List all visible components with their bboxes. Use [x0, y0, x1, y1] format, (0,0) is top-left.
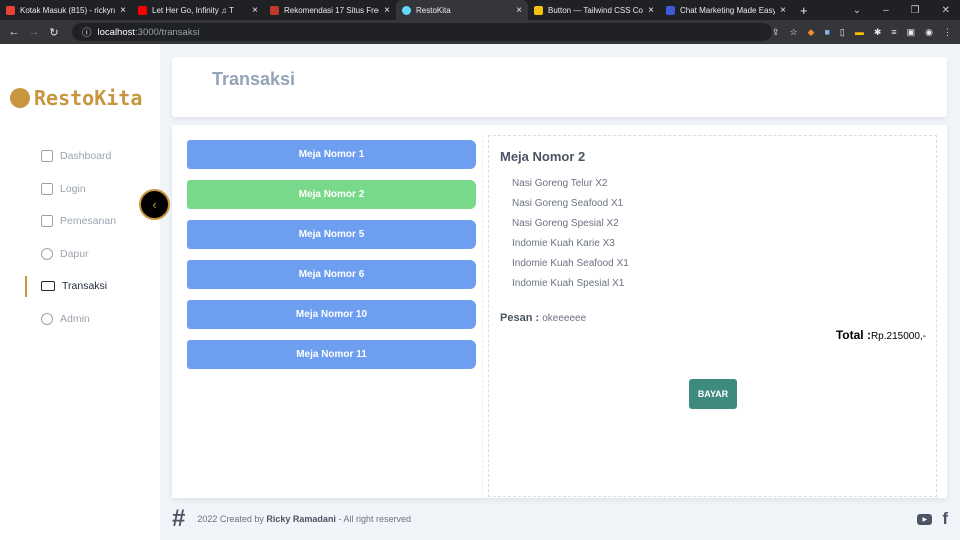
sidebar-collapse-button[interactable]: ‹ [139, 189, 170, 220]
site-icon [270, 5, 279, 15]
close-window-icon[interactable]: ✕ [942, 5, 950, 16]
copyright: 2022 Created by Ricky Ramadani - All rig… [197, 514, 411, 524]
table-button[interactable]: Meja Nomor 1 [187, 140, 476, 169]
pay-button[interactable]: BAYAR [689, 379, 737, 409]
reload-icon[interactable]: ↻ [44, 26, 64, 39]
info-icon: ⓘ [82, 28, 92, 39]
address-bar-row: ← → ↻ ⓘ localhost:3000/transaksi ⇪ ☆ ◆ ■ ▯ ▬ ✱ ≡… [0, 20, 960, 44]
login-icon [41, 182, 53, 195]
browser-tab[interactable]: Kotak Masuk (815) - rickyra × [0, 0, 132, 20]
fire-icon [41, 247, 53, 260]
minimize-icon[interactable]: – [883, 5, 889, 16]
table-list: Meja Nomor 1 Meja Nomor 2 Meja Nomor 5 M… [187, 140, 476, 380]
list-item: Indomie Kuah Spesial X1 [512, 278, 625, 289]
close-icon[interactable]: × [648, 5, 654, 16]
react-icon [402, 5, 411, 15]
menu-icon[interactable]: ⋮ [943, 27, 952, 38]
youtube-icon [138, 5, 147, 15]
table-button[interactable]: Meja Nomor 5 [187, 220, 476, 249]
table-button[interactable]: Meja Nomor 10 [187, 300, 476, 329]
sidebar-item-transaksi[interactable]: Transaksi [0, 270, 160, 303]
hashtag-logo-icon: # [172, 505, 186, 532]
sidepanel-icon[interactable]: ▣ [907, 27, 916, 38]
facebook-icon[interactable]: f [942, 509, 948, 529]
content-card: Meja Nomor 1 Meja Nomor 2 Meja Nomor 5 M… [172, 125, 947, 498]
close-icon[interactable]: × [120, 5, 126, 16]
browser-tab[interactable]: Rekomendasi 17 Situs Free × [264, 0, 396, 20]
order-note: Pesan : okeeeeee [500, 312, 587, 324]
chevron-left-icon: ‹ [152, 197, 157, 212]
logo[interactable]: RestoKita [10, 86, 142, 110]
forward-icon[interactable]: → [24, 26, 44, 38]
close-icon[interactable]: × [384, 5, 390, 16]
close-icon[interactable]: × [780, 5, 786, 16]
back-icon[interactable]: ← [4, 26, 24, 38]
user-icon [41, 312, 53, 325]
order-detail: Meja Nomor 2 Nasi Goreng Telur X2 Nasi G… [488, 135, 937, 497]
extension-icon[interactable]: ▯ [840, 27, 845, 38]
youtube-icon[interactable]: ▶ [917, 513, 933, 525]
table-button[interactable]: Meja Nomor 11 [187, 340, 476, 369]
profile-avatar[interactable]: ◉ [925, 27, 933, 38]
sidebar-item-dapur[interactable]: Dapur [0, 238, 160, 271]
tab-search-icon[interactable]: ⌄ [853, 5, 861, 16]
table-button[interactable]: Meja Nomor 6 [187, 260, 476, 289]
close-icon[interactable]: × [252, 5, 258, 16]
close-icon[interactable]: × [516, 5, 522, 16]
playlist-icon[interactable]: ≡ [891, 27, 896, 38]
page-title: Transaksi [212, 69, 296, 89]
list-item: Nasi Goreng Telur X2 [512, 178, 608, 189]
grid-icon [41, 150, 53, 163]
browser-tab[interactable]: Chat Marketing Made Easy × [660, 0, 792, 20]
browser-tab-bar: Kotak Masuk (815) - rickyra × Let Her Go,… [0, 0, 960, 20]
star-icon[interactable]: ☆ [789, 27, 797, 38]
list-item: Nasi Goreng Spesial X2 [512, 218, 619, 229]
tailwind-icon [534, 5, 543, 15]
share-icon[interactable]: ⇪ [772, 27, 780, 38]
url-input[interactable]: ⓘ localhost:3000/transaksi [72, 23, 772, 41]
browser-tab-active[interactable]: RestoKita × [396, 0, 528, 20]
order-total: Total :Rp.215000,- [835, 328, 926, 342]
logo-icon [10, 88, 30, 108]
divider [482, 135, 483, 498]
translate-icon[interactable]: ■ [824, 27, 829, 38]
list-item: Indomie Kuah Karie X3 [512, 238, 615, 249]
gmail-icon [6, 5, 15, 15]
new-tab-icon[interactable]: + [792, 3, 816, 18]
sidebar-item-dashboard[interactable]: Dashboard [0, 140, 160, 173]
page-header: Transaksi [172, 57, 947, 117]
order-items: Nasi Goreng Telur X2 Nasi Goreng Seafood… [512, 178, 629, 298]
sidebar-item-pemesanan[interactable]: Pemesanan [0, 205, 160, 238]
table-button-selected[interactable]: Meja Nomor 2 [187, 180, 476, 209]
extension-icon[interactable]: ◆ [808, 27, 815, 38]
extension-icon[interactable]: ▬ [855, 27, 864, 38]
sidebar-item-login[interactable]: Login [0, 173, 160, 206]
sidebar: RestoKita Dashboard Login Pemesanan Dapu… [0, 44, 160, 540]
money-icon [41, 281, 55, 292]
footer: # 2022 Created by Ricky Ramadani - All r… [160, 498, 960, 540]
list-item: Indomie Kuah Seafood X1 [512, 258, 629, 269]
puzzle-icon[interactable]: ✱ [874, 27, 882, 38]
edit-icon [41, 215, 53, 228]
restore-icon[interactable]: ❐ [911, 5, 920, 16]
chat-icon [666, 5, 675, 15]
detail-title: Meja Nomor 2 [500, 149, 586, 164]
browser-tab[interactable]: Button — Tailwind CSS Cor × [528, 0, 660, 20]
browser-tab[interactable]: Let Her Go, Infinity ♫ T × [132, 0, 264, 20]
list-item: Nasi Goreng Seafood X1 [512, 198, 624, 209]
sidebar-item-admin[interactable]: Admin [0, 303, 160, 336]
sidebar-menu: Dashboard Login Pemesanan Dapur Transaks… [0, 140, 160, 335]
